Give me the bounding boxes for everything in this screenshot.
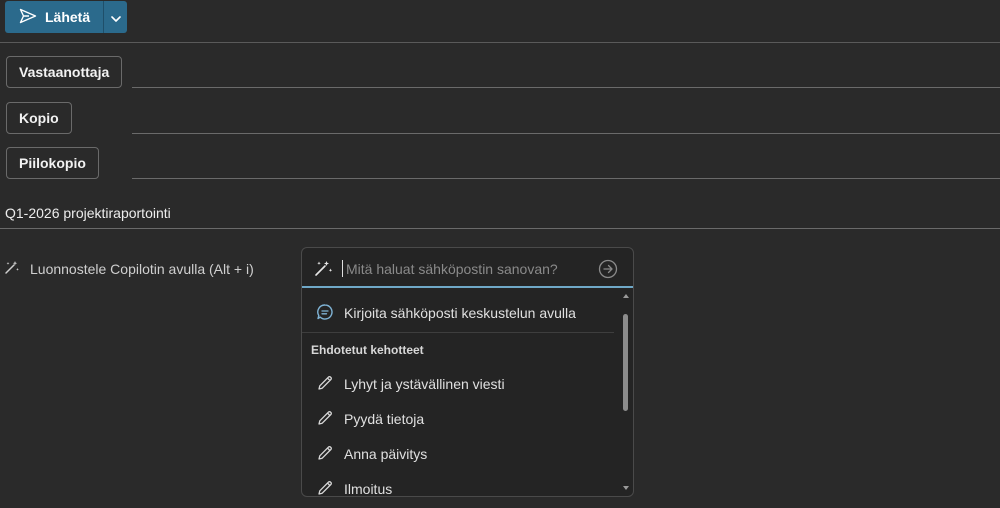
suggestion-item[interactable]: Lyhyt ja ystävällinen viesti [302, 367, 614, 401]
chat-compose-option[interactable]: Kirjoita sähköposti keskustelun avulla [302, 296, 614, 330]
pencil-icon [316, 374, 334, 395]
bcc-button[interactable]: Piilokopio [6, 147, 99, 179]
copilot-draft-link[interactable]: Luonnostele Copilotin avulla (Alt + i) [4, 259, 254, 278]
chat-bubble-icon [316, 303, 334, 324]
to-field[interactable] [132, 87, 1000, 88]
suggestion-label: Lyhyt ja ystävällinen viesti [344, 376, 505, 392]
pencil-icon [316, 479, 334, 497]
copilot-prompt-input[interactable] [344, 256, 593, 282]
chevron-down-icon [110, 10, 121, 25]
suggestion-label: Pyydä tietoja [344, 411, 425, 427]
subject-field[interactable]: Q1-2026 projektiraportointi [5, 205, 171, 221]
suggestion-label: Anna päivitys [344, 446, 428, 462]
copilot-draft-label: Luonnostele Copilotin avulla (Alt + i) [30, 260, 254, 277]
chat-compose-label: Kirjoita sähköposti keskustelun avulla [344, 305, 576, 321]
send-options-dropdown[interactable] [103, 1, 128, 33]
copilot-prompt-row [302, 248, 633, 288]
pencil-icon [316, 444, 334, 465]
suggested-prompts-heading: Ehdotetut kehotteet [311, 343, 424, 357]
menu-divider [302, 332, 614, 333]
send-icon [19, 8, 37, 27]
copilot-wand-icon [4, 259, 20, 278]
text-caret [342, 260, 343, 277]
arrow-right-circle-icon[interactable] [598, 259, 618, 284]
suggestion-item[interactable]: Pyydä tietoja [302, 402, 614, 436]
subject-divider [0, 228, 1000, 229]
bcc-field[interactable] [132, 178, 1000, 179]
scroll-up-arrow[interactable] [623, 294, 629, 298]
send-button[interactable]: Lähetä [5, 1, 104, 33]
send-button-group: Lähetä [5, 1, 128, 33]
copilot-prompt-panel: Kirjoita sähköposti keskustelun avulla E… [301, 247, 634, 497]
suggestions-scrollbar[interactable] [620, 292, 632, 494]
compose-window: Lähetä Vastaanottaja Kopio Piilokopio Q1… [0, 0, 1000, 508]
copilot-wand-icon [314, 259, 334, 282]
suggestion-item[interactable]: Anna päivitys [302, 437, 614, 471]
to-button[interactable]: Vastaanottaja [6, 56, 123, 88]
cc-field[interactable] [132, 133, 1000, 134]
cc-button[interactable]: Kopio [6, 102, 72, 134]
scroll-down-arrow[interactable] [623, 486, 629, 490]
send-button-label: Lähetä [45, 9, 91, 25]
toolbar-divider [0, 42, 1000, 43]
scroll-thumb[interactable] [623, 314, 628, 411]
pencil-icon [316, 409, 334, 430]
suggestion-label: Ilmoitus [344, 481, 393, 497]
suggestion-item[interactable]: Ilmoitus [302, 472, 614, 497]
